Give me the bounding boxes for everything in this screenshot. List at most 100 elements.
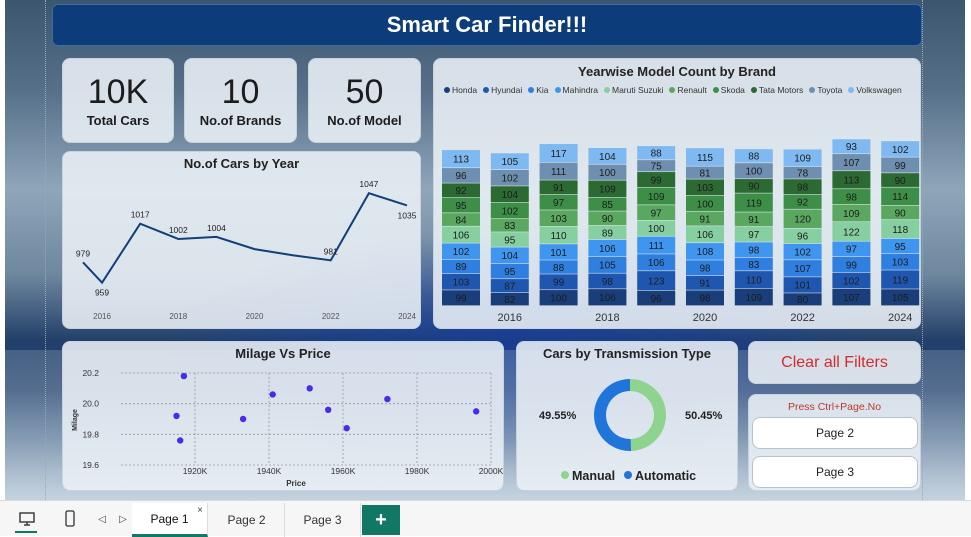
scatter-y-axis-label: Milage	[72, 409, 79, 431]
brand-bar-value-label: 89	[602, 228, 614, 239]
desktop-view-indicator	[15, 531, 37, 533]
brand-bar-value-label: 91	[748, 215, 760, 226]
brand-bar-value-label: 106	[599, 293, 616, 304]
brand-bar-value-label: 102	[501, 206, 518, 217]
cars-by-year-tick-label: 2022	[322, 312, 340, 321]
close-tab-icon[interactable]: ×	[197, 505, 203, 516]
next-page-icon[interactable]: ▷	[113, 509, 133, 529]
scatter-y-tick-label: 20.0	[82, 399, 99, 409]
desktop-view-icon[interactable]	[17, 509, 37, 529]
scatter-x-tick-label: 1920K	[183, 466, 208, 476]
scatter-point	[343, 425, 350, 432]
brand-bar-value-label: 107	[794, 264, 811, 275]
brand-bar-value-label: 95	[895, 242, 907, 253]
page-3-nav-button[interactable]: Page 3	[752, 456, 918, 488]
tab-page-3[interactable]: Page 3	[285, 503, 361, 537]
brand-bar-value-label: 99	[846, 260, 858, 271]
kpi-models-value: 50	[345, 73, 384, 111]
brand-bar-value-label: 85	[602, 200, 614, 211]
brand-bar-value-label: 120	[794, 215, 811, 226]
dashboard-title: Smart Car Finder!!!	[52, 4, 922, 46]
brand-bar-value-label: 98	[699, 294, 711, 305]
navigation-card: Press Ctrl+Page.No Page 2 Page 3	[748, 394, 921, 491]
brand-bar-value-label: 90	[602, 214, 614, 225]
brand-bar-value-label: 111	[551, 167, 567, 178]
brand-bar-value-label: 82	[504, 295, 516, 306]
brand-bar-value-label: 83	[504, 221, 516, 232]
donut-label-automatic: 50.45%	[685, 410, 723, 422]
donut-slice-automatic	[593, 379, 632, 451]
brand-bar-value-label: 89	[455, 262, 467, 273]
brand-bar-value-label: 106	[453, 230, 470, 241]
brand-bar-value-label: 83	[748, 260, 760, 271]
clear-filters-button[interactable]: Clear all Filters	[748, 341, 921, 384]
brand-bar-value-label: 119	[746, 198, 762, 209]
scatter-point	[173, 412, 180, 420]
kpi-total-cars[interactable]: 10K Total Cars	[62, 58, 174, 143]
cars-by-year-card[interactable]: No.of Cars by Year 979 959 1017 1002 1004 981…	[62, 151, 421, 329]
legend-dot-manual-icon	[561, 471, 569, 479]
transmission-card[interactable]: Cars by Transmission Type 49.55% 50.45% Ma…	[516, 341, 738, 491]
tab-page-2[interactable]: Page 2	[209, 503, 285, 537]
canvas-guide-left	[45, 0, 46, 500]
kpi-total-cars-label: Total Cars	[86, 113, 150, 128]
scatter-y-tick-label: 20.2	[82, 368, 99, 378]
scatter-y-tick-label: 19.8	[82, 429, 99, 439]
brand-bar-value-label: 98	[797, 183, 809, 194]
canvas-guide-right	[922, 0, 923, 500]
brand-bar-value-label: 110	[746, 275, 762, 286]
kpi-models[interactable]: 50 No.of Model	[308, 58, 421, 143]
tab-page-1[interactable]: Page 1 ×	[132, 503, 208, 537]
brand-year-tick-label: 2024	[888, 312, 912, 324]
brand-bar-value-label: 122	[843, 227, 860, 238]
brand-bar-value-label: 99	[651, 175, 663, 186]
scatter-point	[269, 391, 276, 398]
brand-bar-value-label: 103	[453, 278, 470, 289]
cars-by-year-data-label: 959	[95, 288, 109, 298]
brand-bar-value-label: 90	[895, 208, 907, 219]
brand-bar-value-label: 91	[699, 279, 711, 290]
cars-by-year-data-label: 1035	[398, 210, 417, 220]
cars-by-year-tick-label: 2016	[93, 312, 111, 321]
add-page-button[interactable]: +	[362, 505, 400, 535]
brand-bar-value-label: 102	[892, 145, 909, 156]
donut-slice-manual	[630, 379, 666, 451]
brand-bar-value-label: 100	[599, 168, 616, 179]
cars-by-year-data-label: 1017	[131, 210, 150, 220]
cars-by-year-data-label: 981	[324, 246, 338, 256]
brand-bar-value-label: 109	[648, 192, 665, 203]
brand-bar-value-label: 90	[895, 176, 907, 187]
scatter-x-axis-label: Price	[286, 479, 306, 488]
brand-bar-value-label: 95	[455, 201, 467, 212]
kpi-brands[interactable]: 10 No.of Brands	[184, 58, 297, 143]
brand-model-card[interactable]: Yearwise Model Count by Brand Honda Hyund…	[433, 58, 921, 329]
brand-bar-value-label: 98	[846, 192, 858, 203]
donut-legend-automatic: Automatic	[635, 469, 696, 483]
brand-bar-value-label: 75	[651, 162, 663, 173]
brand-bar-value-label: 109	[599, 185, 616, 196]
brand-bar-value-label: 104	[501, 190, 518, 201]
cars-by-year-data-label: 1047	[359, 179, 378, 189]
previous-page-icon[interactable]: ◁	[92, 509, 112, 529]
brand-bar-value-label: 84	[455, 215, 467, 226]
tab-page-1-label: Page 1	[150, 511, 189, 526]
brand-bar-value-label: 101	[550, 248, 567, 259]
brand-bar-value-label: 100	[697, 199, 714, 210]
brand-bar-value-label: 104	[501, 251, 518, 262]
cars-by-year-data-label: 979	[76, 248, 90, 258]
brand-year-tick-label: 2018	[595, 312, 619, 324]
donut-label-manual: 49.55%	[539, 410, 577, 422]
brand-bar-value-label: 93	[846, 142, 858, 153]
mileage-price-card[interactable]: Milage Vs Price 20.2 20.0 19.8 19.6 1920K 194…	[62, 341, 504, 491]
scatter-x-tick-label: 1940K	[257, 466, 282, 476]
brand-bar-value-label: 106	[648, 258, 665, 269]
page-2-nav-button[interactable]: Page 2	[752, 417, 918, 449]
brand-bar-value-label: 105	[501, 157, 518, 168]
cars-by-year-data-label: 1002	[169, 225, 188, 235]
scatter-x-tick-label: 1960K	[331, 466, 356, 476]
kpi-brands-value: 10	[221, 73, 260, 111]
brand-bar-value-label: 95	[504, 235, 516, 246]
scatter-point	[239, 415, 247, 423]
mobile-view-icon[interactable]	[60, 509, 80, 529]
kpi-models-label: No.of Model	[327, 113, 402, 128]
